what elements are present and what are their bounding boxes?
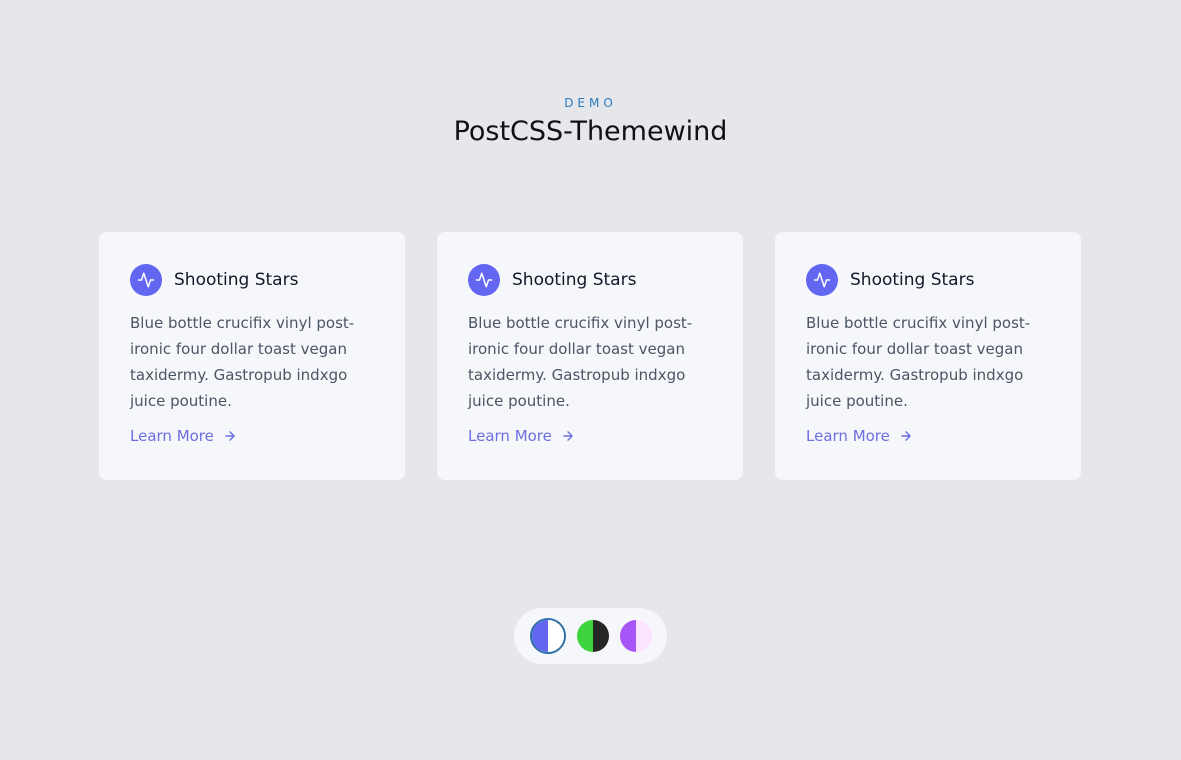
learn-more-link[interactable]: Learn More (468, 427, 575, 445)
card-title: Shooting Stars (850, 270, 975, 290)
learn-more-link[interactable]: Learn More (806, 427, 913, 445)
eyebrow-label: DEMO (564, 96, 617, 110)
page-header: DEMO PostCSS-Themewind (0, 96, 1181, 147)
feature-card: Shooting Stars Blue bottle crucifix viny… (437, 232, 743, 480)
theme-switcher (514, 608, 667, 664)
card-description: Blue bottle crucifix vinyl post-ironic f… (806, 314, 1031, 410)
feature-card: Shooting Stars Blue bottle crucifix viny… (775, 232, 1081, 480)
card-title: Shooting Stars (512, 270, 637, 290)
learn-more-label: Learn More (468, 427, 552, 445)
theme-swatch[interactable] (529, 618, 566, 654)
card-grid: Shooting Stars Blue bottle crucifix viny… (99, 232, 1081, 480)
card-description: Blue bottle crucifix vinyl post-ironic f… (468, 314, 693, 410)
learn-more-link[interactable]: Learn More (130, 427, 237, 445)
arrow-right-icon (223, 429, 237, 443)
learn-more-label: Learn More (130, 427, 214, 445)
activity-icon (130, 264, 162, 296)
theme-swatch[interactable] (619, 620, 652, 652)
card-title: Shooting Stars (174, 270, 299, 290)
activity-icon (806, 264, 838, 296)
learn-more-label: Learn More (806, 427, 890, 445)
feature-card: Shooting Stars Blue bottle crucifix viny… (99, 232, 405, 480)
card-description: Blue bottle crucifix vinyl post-ironic f… (130, 314, 355, 410)
card-header: Shooting Stars (130, 264, 374, 296)
page-title: PostCSS-Themewind (453, 116, 728, 147)
arrow-right-icon (561, 429, 575, 443)
arrow-right-icon (899, 429, 913, 443)
theme-swatch[interactable] (576, 620, 609, 652)
card-header: Shooting Stars (806, 264, 1050, 296)
card-header: Shooting Stars (468, 264, 712, 296)
activity-icon (468, 264, 500, 296)
